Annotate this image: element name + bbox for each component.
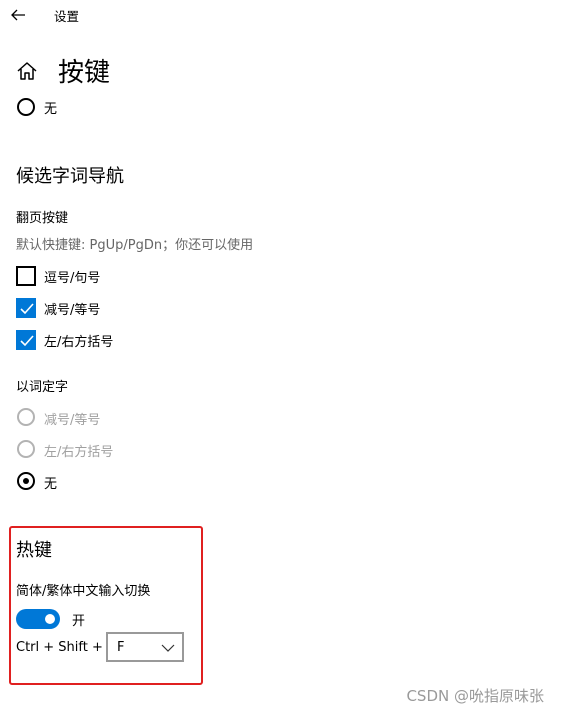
check-icon: [20, 335, 34, 347]
paging-keys-hint: 默认快捷键: PgUp/PgDn；你还可以使用: [16, 238, 254, 253]
simp-trad-toggle-label: 简体/繁体中文输入切换: [16, 584, 151, 599]
shortcut-key-select[interactable]: F: [106, 632, 184, 662]
paging-keys-title: 翻页按键: [16, 211, 69, 226]
checkbox-comma-period[interactable]: [16, 266, 36, 286]
checkbox-brackets-label: 左/右方括号: [44, 335, 114, 350]
candidate-nav-title: 候选字词导航: [16, 166, 124, 187]
word-select-title: 以词定字: [16, 380, 69, 395]
page-title: 按键: [58, 58, 111, 88]
chevron-down-icon: [161, 644, 175, 652]
toggle-knob: [45, 614, 55, 624]
radio-minus-equal-label: 减号/等号: [44, 413, 101, 428]
shortcut-key-value: F: [117, 640, 125, 655]
watermark: CSDN @吮指原味张: [406, 687, 544, 705]
simp-trad-toggle[interactable]: [16, 609, 60, 629]
radio-none-top-label: 无: [44, 102, 58, 117]
hotkeys-title: 热键: [16, 540, 52, 561]
checkbox-brackets[interactable]: [16, 330, 36, 350]
checkbox-minus-equal-label: 减号/等号: [44, 303, 101, 318]
back-button[interactable]: [10, 6, 28, 24]
app-title: 设置: [54, 9, 80, 24]
back-arrow-icon: [11, 9, 25, 21]
checkbox-comma-period-label: 逗号/句号: [44, 271, 101, 286]
radio-none-top[interactable]: [17, 98, 35, 116]
checkbox-minus-equal[interactable]: [16, 298, 36, 318]
radio-brackets-label: 左/右方括号: [44, 445, 114, 460]
toggle-state-label: 开: [72, 614, 86, 629]
home-icon: [16, 60, 38, 82]
radio-minus-equal[interactable]: [17, 408, 35, 426]
radio-none[interactable]: [17, 472, 35, 490]
radio-none-label: 无: [44, 477, 58, 492]
check-icon: [20, 303, 34, 315]
radio-selected-dot: [23, 478, 29, 484]
shortcut-prefix: Ctrl + Shift +: [16, 640, 103, 655]
radio-brackets[interactable]: [17, 440, 35, 458]
